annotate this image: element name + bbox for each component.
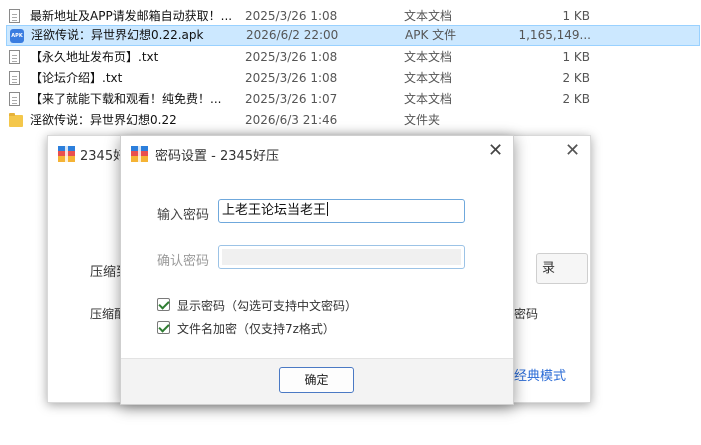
file-date: 2025/3/26 1:08 (245, 50, 338, 64)
dialog-title: 密码设置 - 2345好压 (155, 149, 280, 164)
file-type: 文本文档 (404, 92, 453, 106)
password-dialog: 密码设置 - 2345好压 ✕ 输入密码 上老王论坛当老王 确认密码 显示密码（… (120, 135, 514, 405)
show-password-label: 显示密码（勾选可支持中文密码） (177, 299, 358, 313)
file-date: 2025/3/26 1:08 (245, 9, 338, 23)
classic-mode-link[interactable]: 经典模式 (514, 365, 566, 384)
password-label: 密码 (514, 307, 539, 321)
file-row[interactable]: 【永久地址发布页】.txt 2025/3/26 1:08 文本文档 1 KB (0, 47, 701, 68)
confirm-password-input[interactable] (218, 245, 465, 269)
file-date: 2025/3/26 1:07 (245, 92, 338, 106)
file-size: 1 KB (562, 50, 590, 64)
file-row[interactable]: 最新地址及APP请发邮箱自动获取！... 2025/3/26 1:08 文本文档… (0, 6, 701, 27)
file-size: 1,165,149... (518, 28, 591, 42)
file-type: 文本文档 (404, 71, 453, 85)
file-row[interactable]: 【论坛介绍】.txt 2025/3/26 1:08 文本文档 2 KB (0, 68, 701, 89)
password-value: 上老王论坛当老王 (222, 203, 327, 218)
file-type: 文本文档 (404, 9, 453, 23)
file-row[interactable]: 【来了就能下载和观看！纯免费！... 2025/3/26 1:07 文本文档 2… (0, 89, 701, 110)
dialog-footer: 确定 (121, 358, 513, 404)
apk-file-icon (10, 29, 24, 44)
text-file-icon (9, 92, 23, 107)
file-date: 2026/6/3 21:46 (245, 113, 338, 127)
password-input[interactable]: 上老王论坛当老王 (218, 199, 465, 223)
file-date: 2025/3/26 1:08 (245, 71, 338, 85)
checkmark-icon (158, 321, 170, 333)
file-size: 1 KB (562, 9, 590, 23)
file-name: 【来了就能下载和观看！纯免费！... (30, 92, 222, 106)
show-password-checkbox[interactable] (157, 298, 170, 311)
close-icon[interactable]: ✕ (565, 140, 580, 161)
2345-logo-icon (131, 146, 148, 162)
checkmark-icon (158, 298, 170, 310)
file-name: 最新地址及APP请发邮箱自动获取！... (30, 9, 233, 23)
file-name: 淫欲传说：异世界幻想0.22 (30, 113, 177, 127)
file-type: 文件夹 (404, 113, 441, 127)
file-row-selected[interactable]: 淫欲传说：异世界幻想0.22.apk 2026/6/2 22:00 APK 文件… (6, 25, 700, 46)
file-row[interactable]: 淫欲传说：异世界幻想0.22 2026/6/3 21:46 文件夹 (0, 110, 701, 131)
text-file-icon (9, 50, 23, 65)
folder-icon (9, 113, 23, 128)
file-name: 【永久地址发布页】.txt (30, 50, 159, 64)
2345-logo-icon (58, 146, 75, 162)
encrypt-filenames-checkbox[interactable] (157, 321, 170, 334)
close-icon[interactable]: ✕ (488, 140, 503, 161)
file-name: 【论坛介绍】.txt (30, 71, 123, 85)
text-file-icon (9, 9, 23, 24)
confirm-password-label: 确认密码 (157, 254, 210, 269)
encrypt-filenames-label: 文件名加密（仅支持7z格式） (177, 322, 335, 336)
file-size: 2 KB (562, 71, 590, 85)
file-size: 2 KB (562, 92, 590, 106)
file-date: 2026/6/2 22:00 (246, 28, 339, 42)
browse-button[interactable]: 录 (536, 253, 588, 284)
password-label: 输入密码 (157, 208, 210, 223)
file-type: 文本文档 (404, 50, 453, 64)
text-file-icon (9, 71, 23, 86)
file-name: 淫欲传说：异世界幻想0.22.apk (31, 28, 204, 42)
ok-button[interactable]: 确定 (279, 367, 354, 393)
file-type: APK 文件 (405, 28, 457, 42)
confirm-password-value (222, 249, 461, 265)
